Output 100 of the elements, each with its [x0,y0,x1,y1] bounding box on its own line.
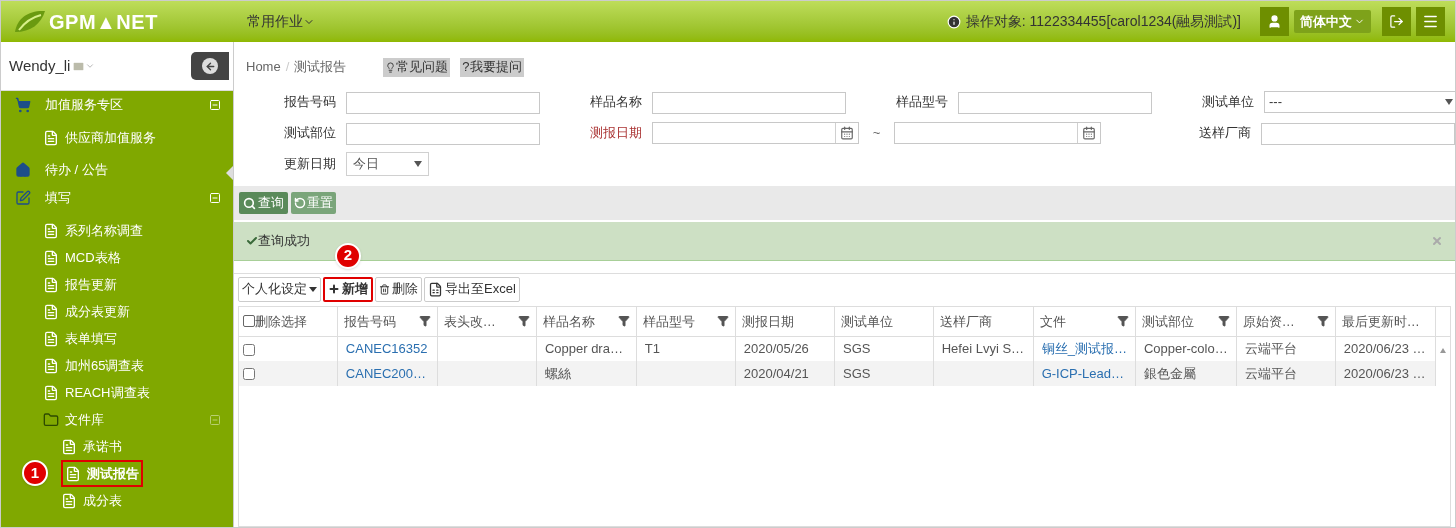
menu-icon [1422,13,1439,30]
scroll-up-icon[interactable] [1439,348,1446,353]
table-cell[interactable]: 铜丝_测试报… [1033,336,1136,361]
header-cell[interactable]: 测报日期 [735,307,835,336]
filter-icon[interactable] [1316,315,1329,328]
text-field[interactable] [958,91,1152,114]
filter-icon[interactable] [1116,315,1129,328]
table-cell: 2020/05/26 [735,336,835,361]
row-checkbox[interactable] [243,343,255,356]
spreadsheet-icon [428,281,443,297]
text-field[interactable] [1261,122,1455,145]
date-field[interactable] [652,122,859,144]
caret-icon [1445,99,1453,105]
header-cell[interactable]: 文件 [1033,307,1136,336]
field-label: 样品型号 [895,93,948,112]
breadcrumb-current: 测试报告 [294,58,347,77]
reset-icon [294,197,306,209]
lightbulb-icon [385,61,397,73]
text-field[interactable] [652,91,846,114]
field-label: 测试单位 [1201,93,1254,112]
header-cell[interactable]: 测试单位 [834,307,934,336]
document-icon [43,303,59,320]
header-cell[interactable]: 送样厂商 [933,307,1034,336]
table-cell[interactable]: CANEC16352 [337,336,438,361]
calendar-icon [1082,126,1096,140]
date-field[interactable] [894,122,1101,144]
edit-icon [15,190,31,206]
header-cell[interactable]: 样品型号 [636,307,736,336]
field-label: 送样厂商 [1198,124,1251,143]
user-icon [1267,14,1282,29]
field-label: 报告号码 [283,93,336,112]
header-cell[interactable]: 样品名称 [536,307,637,336]
cart-icon [15,97,31,113]
home-icon [15,162,31,178]
header-cell[interactable]: 最后更新时… [1335,307,1436,336]
text-field[interactable] [346,91,540,114]
logout-icon [1389,14,1404,29]
document-icon [61,492,77,509]
filter-icon[interactable] [418,315,431,328]
field-label: 样品名称 [589,93,642,112]
breadcrumb-separator: / [284,58,291,77]
text-field[interactable] [346,122,540,145]
header-cell: 删除选择 [239,307,338,336]
filter-icon[interactable] [716,315,729,328]
mail-icon [72,59,86,73]
menu-dropdown[interactable]: 常用作业 [247,11,315,32]
folder-icon [43,411,59,428]
search-button[interactable]: 查询 [239,192,288,214]
toolbar-button[interactable]: 新增 [323,276,373,302]
table-cell: 2020/06/23 … [1335,361,1436,386]
search-icon [243,196,256,210]
toolbar-button[interactable]: 个人化设定 [238,276,321,302]
filter-icon[interactable] [1217,315,1230,328]
table-cell: Copper dra… [536,336,637,361]
header-cell[interactable]: 测试部位 [1135,307,1237,336]
info-icon [946,14,961,29]
table-cell: 2020/06/23 … [1335,336,1436,361]
document-icon [65,465,81,482]
field-label: 更新日期 [283,155,336,174]
document-icon [61,438,77,455]
chevron-icon [85,61,96,71]
table-cell: T1 [636,336,736,361]
table-cell[interactable]: CANEC200… [337,361,438,386]
row-checkbox[interactable] [243,368,255,381]
document-icon [43,249,59,266]
checkbox[interactable] [243,315,255,328]
breadcrumb-link[interactable]: Home [246,57,281,77]
user-button[interactable] [1260,7,1289,36]
caret-icon [309,286,317,292]
collapse-sidebar-button[interactable] [191,52,229,80]
caret-icon [414,161,422,167]
toolbar-button[interactable]: 删除 [375,276,422,302]
document-icon [43,276,59,293]
document-icon [43,384,59,401]
header-cell[interactable]: 报告号码 [337,307,438,336]
header-cell[interactable]: 原始资… [1236,307,1336,336]
logout-button[interactable] [1382,7,1411,36]
header-cell[interactable]: 表头改… [437,307,537,336]
plus-icon [328,283,340,295]
table-cell: 云端平台 [1236,336,1336,361]
step-marker: 1 [22,460,48,486]
filter-icon[interactable] [517,315,530,328]
user-name[interactable]: Wendy_li [9,54,71,78]
filter-icon[interactable] [617,315,630,328]
trash-icon [379,283,390,295]
select-field[interactable]: --- [1264,91,1455,113]
calendar-icon [840,126,854,140]
select-field[interactable]: 今日 [346,152,429,176]
menu-button[interactable] [1416,7,1445,36]
check-icon [246,235,258,247]
table-cell: 2020/04/21 [735,361,835,386]
faq-button[interactable]: 常见问题 [383,57,451,77]
table-cell[interactable]: G-ICP-Lead… [1033,361,1136,386]
table-cell: SGS [834,336,934,361]
toolbar-button[interactable]: 导出至Excel [424,276,520,302]
table-cell: Copper-colo… [1135,336,1237,361]
document-icon [43,129,59,146]
ask-button[interactable]: ?我要提问 [460,57,524,77]
field-label: 测试部位 [283,124,336,143]
range-separator: ~ [871,124,882,143]
